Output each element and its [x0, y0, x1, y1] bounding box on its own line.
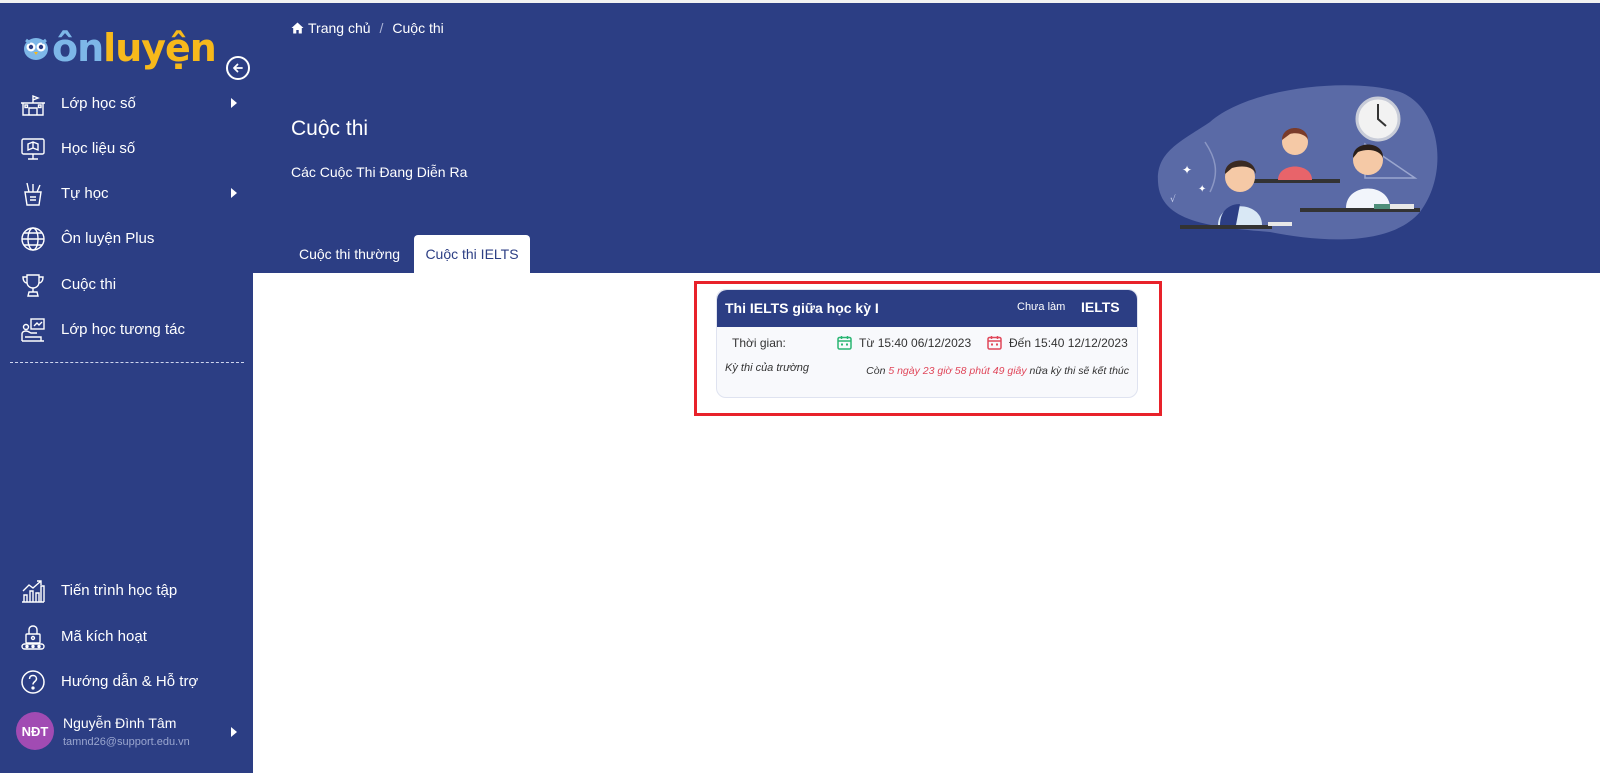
end-date: Đến 15:40 12/12/2023 — [987, 335, 1128, 350]
svg-text:√: √ — [1170, 194, 1176, 205]
start-date: Từ 15:40 06/12/2023 — [837, 335, 971, 350]
contest-card[interactable]: Thi IELTS giữa học kỳ I Chưa làm IELTS T… — [716, 289, 1138, 398]
contest-scope: Kỳ thi của trường — [725, 362, 809, 374]
sidebar-item-label: Học liệu số — [61, 139, 136, 157]
lock-key-icon — [21, 625, 45, 650]
logo[interactable]: ônluyện — [22, 26, 217, 70]
students-exam-illustration: √ ✦ ✦ — [1157, 85, 1438, 240]
countdown-prefix: Còn — [866, 365, 886, 377]
sidebar-item-tu-hoc[interactable]: Tự học — [0, 173, 253, 213]
sidebar-item-huong-dan-ho-tro[interactable]: Hướng dẫn & Hỗ trợ — [0, 661, 253, 701]
time-label: Thời gian: — [732, 336, 786, 350]
page-title: Cuộc thi — [291, 117, 369, 140]
svg-text:✦: ✦ — [1198, 184, 1206, 195]
sidebar-item-label: Hướng dẫn & Hỗ trợ — [61, 672, 199, 690]
progress-chart-icon — [22, 580, 45, 603]
collapse-sidebar-button[interactable] — [226, 56, 250, 80]
owl-logo-icon — [24, 38, 48, 60]
sidebar-item-label: Tiến trình học tập — [61, 581, 178, 599]
tab-cuoc-thi-thuong[interactable]: Cuộc thi thường — [291, 235, 408, 273]
school-icon — [21, 94, 45, 116]
countdown-value: 5 ngày 23 giờ 58 phút 49 giây — [888, 365, 1027, 377]
sidebar-item-on-luyen-plus[interactable]: Ôn luyện Plus — [0, 218, 253, 258]
breadcrumb-current: Cuộc thi — [392, 20, 444, 36]
sidebar-item-label: Lớp học số — [61, 94, 136, 112]
countdown-text: Còn 5 ngày 23 giờ 58 phút 49 giây nữa kỳ… — [866, 365, 1129, 377]
sidebar-item-ma-kich-hoat[interactable]: Mã kích hoạt — [0, 616, 253, 656]
help-icon — [21, 670, 45, 694]
calendar-end-icon — [987, 336, 1002, 350]
contest-card-header[interactable]: Thi IELTS giữa học kỳ I Chưa làm IELTS — [717, 290, 1137, 327]
tab-cuoc-thi-ielts[interactable]: Cuộc thi IELTS — [414, 235, 530, 273]
end-date-text: Đến 15:40 12/12/2023 — [1009, 335, 1128, 350]
breadcrumb-separator: / — [379, 20, 384, 36]
sidebar-item-lop-hoc-so[interactable]: Lớp học số — [0, 83, 253, 123]
caret-right-icon — [231, 727, 237, 737]
sidebar-item-hoc-lieu-so[interactable]: Học liệu số — [0, 128, 253, 168]
sidebar-item-label: Mã kích hoạt — [61, 627, 147, 645]
home-icon — [291, 22, 304, 34]
countdown-suffix: nữa kỳ thi sẽ kết thúc — [1029, 365, 1129, 377]
user-profile[interactable]: NĐT Nguyễn Đình Tâm tamnd26@support.edu.… — [0, 707, 253, 757]
user-name: Nguyễn Đình Tâm — [63, 715, 177, 731]
contest-type-badge: IELTS — [1081, 299, 1120, 315]
breadcrumb-home-link[interactable]: Trang chủ — [308, 20, 371, 36]
calendar-start-icon — [837, 336, 852, 350]
page-subtitle: Các Cuộc Thi Đang Diễn Ra — [291, 164, 468, 180]
sidebar-item-label: Cuộc thi — [61, 275, 117, 293]
sidebar-item-lop-hoc-tuong-tac[interactable]: Lớp học tương tác — [0, 309, 253, 349]
status-badge: Chưa làm — [1017, 301, 1066, 313]
interactive-board-icon — [21, 318, 45, 342]
avatar: NĐT — [16, 712, 54, 750]
monitor-book-icon — [21, 138, 45, 160]
page-header: Trang chủ / Cuộc thi Cuộc thi Các Cuộc T… — [253, 0, 1600, 273]
sidebar-item-label: Lớp học tương tác — [61, 320, 185, 338]
start-date-text: Từ 15:40 06/12/2023 — [859, 335, 972, 350]
top-strip — [0, 0, 1600, 3]
sidebar-item-label: Ôn luyện Plus — [61, 229, 155, 247]
sidebar-item-tien-trinh-hoc-tap[interactable]: Tiến trình học tập — [0, 570, 253, 610]
globe-icon — [21, 227, 45, 251]
contest-title: Thi IELTS giữa học kỳ I — [725, 300, 879, 316]
trophy-icon — [22, 274, 44, 297]
logo-text: ônluyện — [52, 26, 217, 70]
user-email: tamnd26@support.edu.vn — [63, 736, 190, 748]
sidebar-item-label: Tự học — [61, 184, 109, 202]
sidebar: ônluyện Lớp học số Học liệu số Tự học Ôn… — [0, 0, 253, 773]
breadcrumb: Trang chủ / Cuộc thi — [291, 20, 444, 36]
sidebar-divider — [10, 362, 244, 363]
pencil-cup-icon — [24, 182, 42, 206]
arrow-left-icon — [233, 63, 243, 73]
caret-right-icon — [231, 188, 237, 198]
svg-text:✦: ✦ — [1182, 163, 1192, 177]
sidebar-item-cuoc-thi[interactable]: Cuộc thi — [0, 264, 253, 304]
caret-right-icon — [231, 98, 237, 108]
